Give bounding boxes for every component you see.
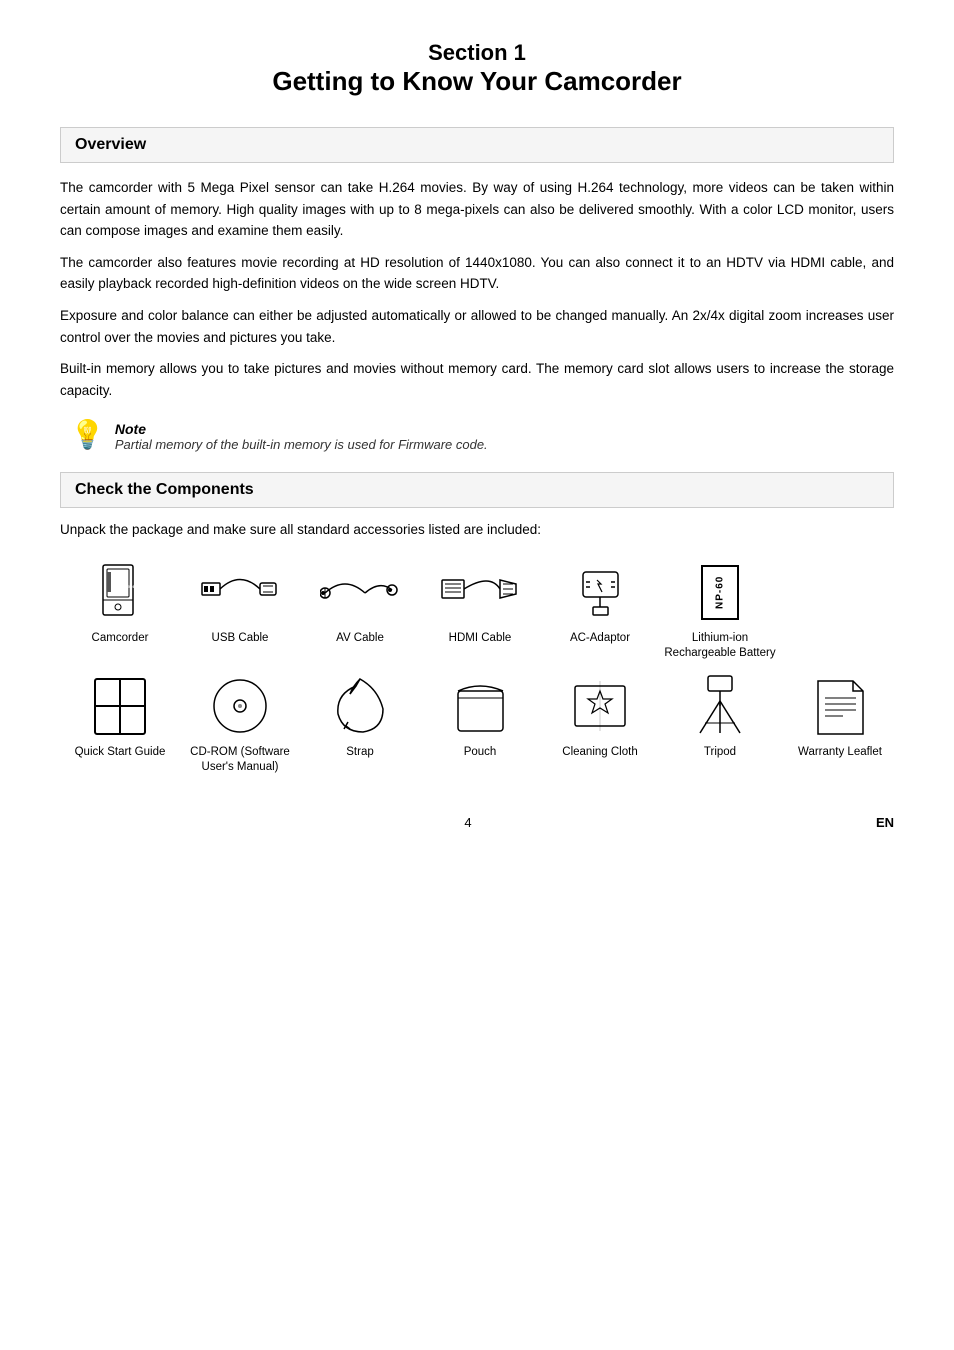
components-intro: Unpack the package and make sure all sta… [60, 522, 894, 537]
usb-cable-icon [200, 557, 280, 627]
language-indicator: EN [876, 815, 894, 830]
quick-start-guide-label: Quick Start Guide [75, 745, 166, 760]
note-content: Note Partial memory of the built-in memo… [115, 421, 488, 452]
av-cable-icon [320, 557, 400, 627]
pouch-icon [440, 671, 520, 741]
components-row-2: Quick Start Guide CD-ROM (Software User'… [60, 671, 894, 775]
component-quick-start-guide: Quick Start Guide [60, 671, 180, 760]
tripod-icon [680, 671, 760, 741]
overview-title: Overview [75, 136, 879, 154]
overview-para-4: Built-in memory allows you to take pictu… [60, 358, 894, 401]
hdmi-cable-icon [440, 557, 520, 627]
component-cd-rom: CD-ROM (Software User's Manual) [180, 671, 300, 775]
section-title-line2: Getting to Know Your Camcorder [60, 66, 894, 97]
component-warranty-leaflet: Warranty Leaflet [780, 671, 900, 760]
strap-icon [320, 671, 400, 741]
ac-adaptor-label: AC-Adaptor [570, 631, 630, 646]
pouch-label: Pouch [464, 745, 497, 760]
overview-para-1: The camcorder with 5 Mega Pixel sensor c… [60, 177, 894, 242]
components-section-header: Check the Components [60, 472, 894, 508]
component-usb-cable: USB Cable [180, 557, 300, 646]
camcorder-label: Camcorder [92, 631, 149, 646]
note-box: 💡 Note Partial memory of the built-in me… [70, 421, 894, 452]
component-camcorder: CAMCORDER Camcorder [60, 557, 180, 646]
cd-rom-icon [200, 671, 280, 741]
component-battery: NP-60 Lithium-ion Rechargeable Battery [660, 557, 780, 661]
svg-text:CAMCORDER: CAMCORDER [112, 584, 138, 589]
cleaning-cloth-icon [560, 671, 640, 741]
overview-section-header: Overview [60, 127, 894, 163]
page-number: 4 [60, 815, 876, 830]
components-title: Check the Components [75, 481, 879, 499]
tripod-label: Tripod [704, 745, 736, 760]
component-av-cable: AV Cable [300, 557, 420, 646]
component-ac-adaptor: AC-Adaptor [540, 557, 660, 646]
hdmi-cable-label: HDMI Cable [449, 631, 512, 646]
cleaning-cloth-label: Cleaning Cloth [562, 745, 637, 760]
note-icon: 💡 [70, 421, 105, 449]
overview-para-3: Exposure and color balance can either be… [60, 305, 894, 348]
overview-para-2: The camcorder also features movie record… [60, 252, 894, 295]
component-cleaning-cloth: Cleaning Cloth [540, 671, 660, 760]
component-tripod: Tripod [660, 671, 780, 760]
overview-content: The camcorder with 5 Mega Pixel sensor c… [60, 177, 894, 401]
battery-icon: NP-60 [680, 557, 760, 627]
quick-start-guide-icon [80, 671, 160, 741]
page-header: Section 1 Getting to Know Your Camcorder [60, 40, 894, 97]
warranty-leaflet-label: Warranty Leaflet [798, 745, 882, 760]
usb-cable-label: USB Cable [212, 631, 269, 646]
component-pouch: Pouch [420, 671, 540, 760]
av-cable-label: AV Cable [336, 631, 384, 646]
component-strap: Strap [300, 671, 420, 760]
cd-rom-label: CD-ROM (Software User's Manual) [180, 745, 300, 775]
components-row-1: CAMCORDER Camcorder USB Cable [60, 557, 894, 661]
note-text: Partial memory of the built-in memory is… [115, 437, 488, 452]
page-footer: 4 EN [60, 815, 894, 830]
warranty-leaflet-icon [800, 671, 880, 741]
note-title: Note [115, 421, 488, 437]
ac-adaptor-icon [560, 557, 640, 627]
component-hdmi-cable: HDMI Cable [420, 557, 540, 646]
camcorder-icon: CAMCORDER [80, 557, 160, 627]
battery-label: Lithium-ion Rechargeable Battery [660, 631, 780, 661]
strap-label: Strap [346, 745, 374, 760]
section-title-line1: Section 1 [60, 40, 894, 66]
